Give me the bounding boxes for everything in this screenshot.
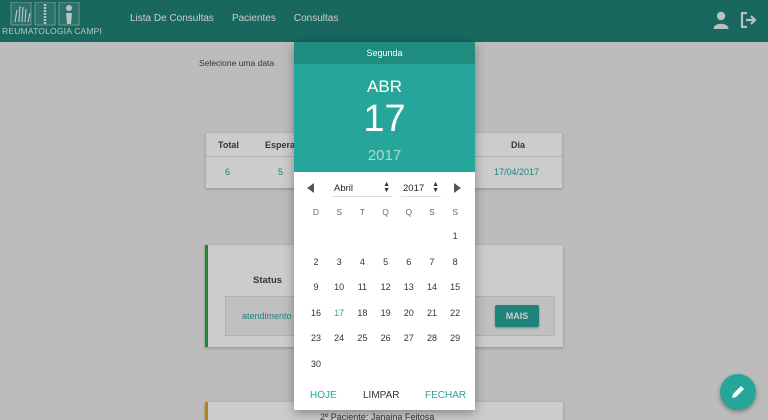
calendar-day[interactable]: 15: [444, 282, 466, 292]
prev-month-icon[interactable]: [307, 183, 314, 193]
calendar-day[interactable]: 10: [328, 282, 350, 292]
calendar-day[interactable]: 5: [375, 257, 397, 267]
calendar-day-selected[interactable]: 17: [328, 308, 350, 318]
picker-year: 2017: [367, 147, 402, 164]
next-month-icon[interactable]: [454, 183, 461, 193]
calendar-day[interactable]: 26: [375, 333, 397, 343]
calendar-day[interactable]: 28: [421, 333, 443, 343]
clear-button[interactable]: LIMPAR: [363, 390, 400, 401]
year-select-value: 2017: [403, 183, 425, 194]
calendar-day[interactable]: 22: [444, 308, 466, 318]
calendar-day[interactable]: 13: [398, 282, 420, 292]
calendar-day[interactable]: 18: [351, 308, 373, 318]
calendar-day[interactable]: 19: [375, 308, 397, 318]
month-select-value: Abril: [334, 183, 354, 194]
picker-weekday: Segunda: [294, 42, 475, 64]
calendar-day[interactable]: 4: [351, 257, 373, 267]
close-button[interactable]: FECHAR: [425, 390, 466, 401]
calendar-day[interactable]: 11: [351, 282, 373, 292]
calendar-day[interactable]: 2: [305, 257, 327, 267]
calendar-day[interactable]: 6: [398, 257, 420, 267]
calendar-day[interactable]: 3: [328, 257, 350, 267]
calendar-day[interactable]: 1: [444, 231, 466, 241]
weekday-header: Q: [405, 207, 413, 217]
weekday-header: S: [336, 207, 343, 217]
weekday-header: T: [359, 207, 365, 217]
year-select-arrows-icon: ▲ ▼: [432, 181, 439, 194]
calendar-day[interactable]: 16: [305, 308, 327, 318]
calendar-day[interactable]: 25: [351, 333, 373, 343]
calendar-day[interactable]: 14: [421, 282, 443, 292]
weekday-header: S: [452, 207, 459, 217]
weekday-header: S: [429, 207, 435, 217]
weekday-header: Q: [382, 207, 389, 217]
picker-header: ABR 17 2017: [294, 64, 475, 172]
picker-month: ABR: [367, 77, 402, 96]
year-select[interactable]: 2017 ▲ ▼: [401, 181, 441, 197]
calendar-day[interactable]: 30: [305, 359, 327, 369]
date-picker: Segunda ABR 17 2017 Abril ▲ ▼ 2017 ▲ ▼ DST…: [294, 42, 475, 410]
calendar-day[interactable]: 29: [444, 333, 466, 343]
calendar-day[interactable]: 7: [421, 257, 443, 267]
calendar-day[interactable]: 27: [398, 333, 420, 343]
weekday-header: D: [312, 207, 320, 217]
calendar-day[interactable]: 23: [305, 333, 327, 343]
calendar-day[interactable]: 21: [421, 308, 443, 318]
calendar-day[interactable]: 20: [398, 308, 420, 318]
month-select-arrows-icon: ▲ ▼: [383, 181, 390, 194]
calendar-day[interactable]: 12: [375, 282, 397, 292]
today-button[interactable]: HOJE: [310, 390, 337, 401]
picker-day: 17: [363, 98, 406, 140]
pencil-icon: [732, 386, 744, 398]
month-select[interactable]: Abril ▲ ▼: [332, 181, 392, 197]
calendar-day[interactable]: 8: [444, 257, 466, 267]
calendar-day[interactable]: 9: [305, 282, 327, 292]
picker-footer: HOJE LIMPAR FECHAR: [294, 387, 475, 405]
calendar-day[interactable]: 24: [328, 333, 350, 343]
edit-fab-button[interactable]: [720, 374, 756, 410]
